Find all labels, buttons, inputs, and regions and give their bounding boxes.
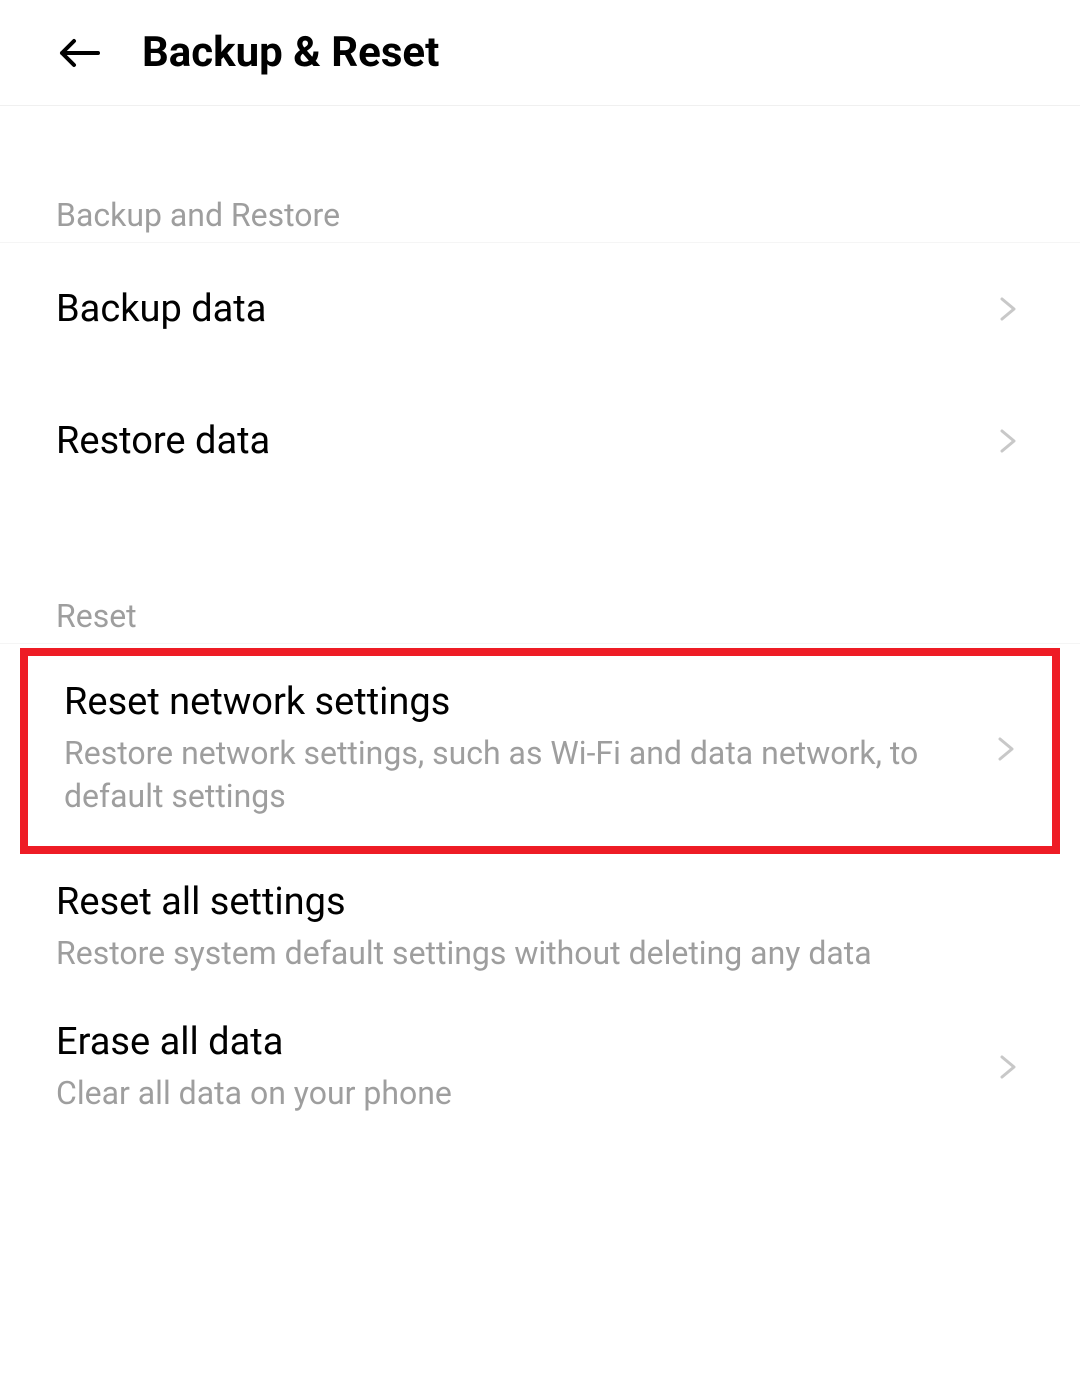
list-item-content: Erase all data Clear all data on your ph… — [56, 1020, 980, 1115]
list-item-title: Backup data — [56, 287, 980, 331]
section-header-backup-restore: Backup and Restore — [0, 196, 1080, 243]
page-title: Backup & Reset — [142, 28, 439, 77]
chevron-right-icon — [992, 425, 1024, 457]
list-item-content: Reset all settings Restore system defaul… — [56, 880, 1024, 975]
chevron-right-icon — [990, 733, 1022, 765]
chevron-right-icon — [992, 1051, 1024, 1083]
chevron-right-icon — [992, 293, 1024, 325]
backup-data-item[interactable]: Backup data — [0, 243, 1080, 375]
reset-all-settings-item[interactable]: Reset all settings Restore system defaul… — [0, 858, 1080, 997]
reset-network-settings-item[interactable]: Reset network settings Restore network s… — [20, 648, 1060, 854]
header: Backup & Reset — [0, 0, 1080, 106]
list-item-title: Erase all data — [56, 1020, 980, 1064]
content: Backup and Restore Backup data Restore d… — [0, 196, 1080, 1137]
list-item-subtitle: Restore system default settings without … — [56, 932, 1024, 975]
list-item-title: Restore data — [56, 419, 980, 463]
list-item-subtitle: Restore network settings, such as Wi-Fi … — [64, 732, 978, 818]
section-header-reset: Reset — [0, 597, 1080, 644]
back-button[interactable] — [56, 29, 104, 77]
restore-data-item[interactable]: Restore data — [0, 375, 1080, 507]
list-item-content: Restore data — [56, 419, 980, 463]
list-item-content: Backup data — [56, 287, 980, 331]
list-item-subtitle: Clear all data on your phone — [56, 1072, 980, 1115]
arrow-left-icon — [56, 29, 104, 77]
list-item-title: Reset all settings — [56, 880, 1024, 924]
list-item-content: Reset network settings Restore network s… — [64, 680, 978, 818]
list-item-title: Reset network settings — [64, 680, 978, 724]
erase-all-data-item[interactable]: Erase all data Clear all data on your ph… — [0, 998, 1080, 1137]
